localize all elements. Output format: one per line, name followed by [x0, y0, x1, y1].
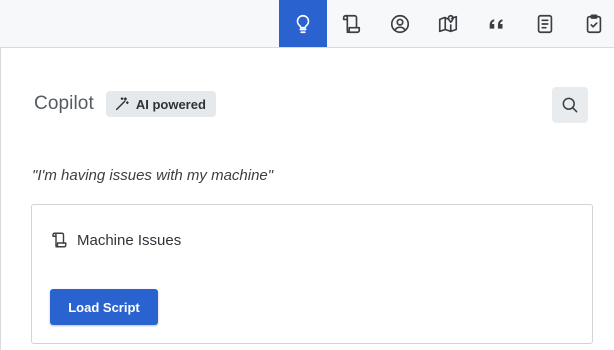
map-pin-icon — [438, 14, 458, 32]
script-scroll-icon — [342, 14, 361, 33]
badge-label: AI powered — [135, 96, 206, 112]
tab-scripts[interactable] — [327, 0, 375, 47]
card-header: Machine Issues — [50, 231, 181, 249]
tab-tasks[interactable] — [570, 0, 614, 47]
magic-wand-icon — [115, 97, 129, 111]
user-circle-icon — [390, 14, 410, 33]
tab-quotes[interactable] — [473, 0, 521, 47]
tab-location[interactable] — [424, 0, 472, 47]
query-text: "I'm having issues with my machine" — [32, 167, 274, 184]
script-scroll-icon — [52, 232, 67, 248]
ai-powered-badge: AI powered — [105, 91, 216, 117]
search-button[interactable] — [552, 87, 588, 123]
quote-icon — [489, 18, 503, 29]
page-title: Copilot — [34, 93, 94, 114]
script-card: Machine Issues Load Script — [31, 204, 593, 344]
card-title: Machine Issues — [77, 231, 182, 249]
tab-notes[interactable] — [521, 0, 569, 47]
top-toolbar — [0, 0, 614, 48]
tab-insights[interactable] — [279, 0, 327, 47]
lightbulb-icon — [296, 14, 310, 33]
document-icon — [537, 14, 553, 33]
load-script-button[interactable]: Load Script — [50, 289, 158, 325]
tab-customer[interactable] — [376, 0, 424, 47]
clipboard-check-icon — [586, 13, 602, 33]
panel-border — [0, 48, 1, 350]
copilot-header: Copilot AI powered — [34, 88, 216, 120]
search-icon — [562, 97, 578, 113]
